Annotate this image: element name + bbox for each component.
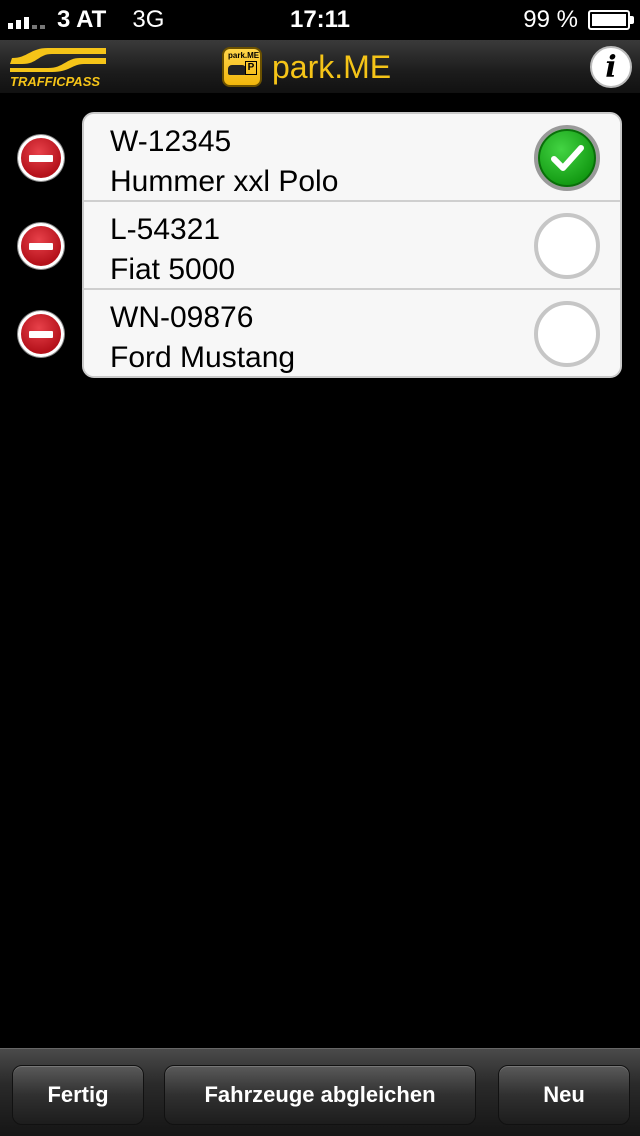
car-icon — [228, 65, 246, 75]
status-bar: 3 AT 3G 17:11 99 % — [0, 0, 640, 40]
delete-vehicle-button-3[interactable] — [18, 311, 64, 357]
vehicle-select-toggle[interactable] — [534, 213, 600, 279]
vehicle-list: W-12345 Hummer xxl Polo L-54321 Fiat 500… — [82, 112, 622, 378]
done-button[interactable]: Fertig — [12, 1065, 144, 1125]
bottom-toolbar: Fertig Fahrzeuge abgleichen Neu — [0, 1048, 640, 1136]
vehicle-row[interactable]: WN-09876 Ford Mustang — [84, 290, 620, 376]
vehicle-info: L-54321 Fiat 5000 — [110, 210, 235, 290]
vehicle-select-toggle[interactable] — [534, 125, 600, 191]
info-button[interactable]: i — [590, 46, 632, 88]
vehicle-model: Hummer xxl Polo — [110, 165, 339, 198]
vehicle-row[interactable]: W-12345 Hummer xxl Polo — [84, 114, 620, 202]
status-right: 99 % — [523, 6, 634, 34]
vehicle-plate: W-12345 — [110, 125, 232, 158]
delete-vehicle-button-1[interactable] — [18, 135, 64, 181]
info-icon: i — [605, 49, 617, 85]
app-title: park.ME — [272, 48, 392, 85]
vehicle-info: W-12345 Hummer xxl Polo — [110, 122, 338, 202]
app-title-group: park.ME P park.ME — [222, 46, 391, 88]
battery-percent: 99 % — [523, 6, 578, 33]
checkmark-icon — [551, 145, 584, 171]
nav-bar: TRAFFICPASS park.ME P park.ME i — [0, 40, 640, 94]
vehicle-select-toggle[interactable] — [534, 301, 600, 367]
new-vehicle-button[interactable]: Neu — [498, 1065, 630, 1125]
vehicle-model: Ford Mustang — [110, 341, 296, 374]
app-icon-label: park.ME — [228, 51, 260, 60]
trafficpass-logo-mark — [10, 48, 106, 72]
sync-vehicles-button[interactable]: Fahrzeuge abgleichen — [164, 1065, 476, 1125]
minus-icon — [29, 243, 53, 250]
vehicle-plate: WN-09876 — [110, 301, 254, 334]
park-me-app-icon: park.ME P — [222, 47, 262, 87]
minus-icon — [29, 155, 53, 162]
minus-icon — [29, 331, 53, 338]
battery-fill — [592, 14, 626, 26]
parking-sign-icon: P — [245, 61, 257, 75]
trafficpass-wordmark: TRAFFICPASS — [10, 74, 101, 89]
vehicle-info: WN-09876 Ford Mustang — [110, 298, 296, 376]
vehicle-plate: L-54321 — [110, 213, 221, 246]
trafficpass-logo: TRAFFICPASS — [8, 44, 108, 90]
vehicle-row[interactable]: L-54321 Fiat 5000 — [84, 202, 620, 290]
delete-vehicle-button-2[interactable] — [18, 223, 64, 269]
vehicle-model: Fiat 5000 — [110, 253, 236, 286]
battery-icon — [588, 10, 634, 30]
